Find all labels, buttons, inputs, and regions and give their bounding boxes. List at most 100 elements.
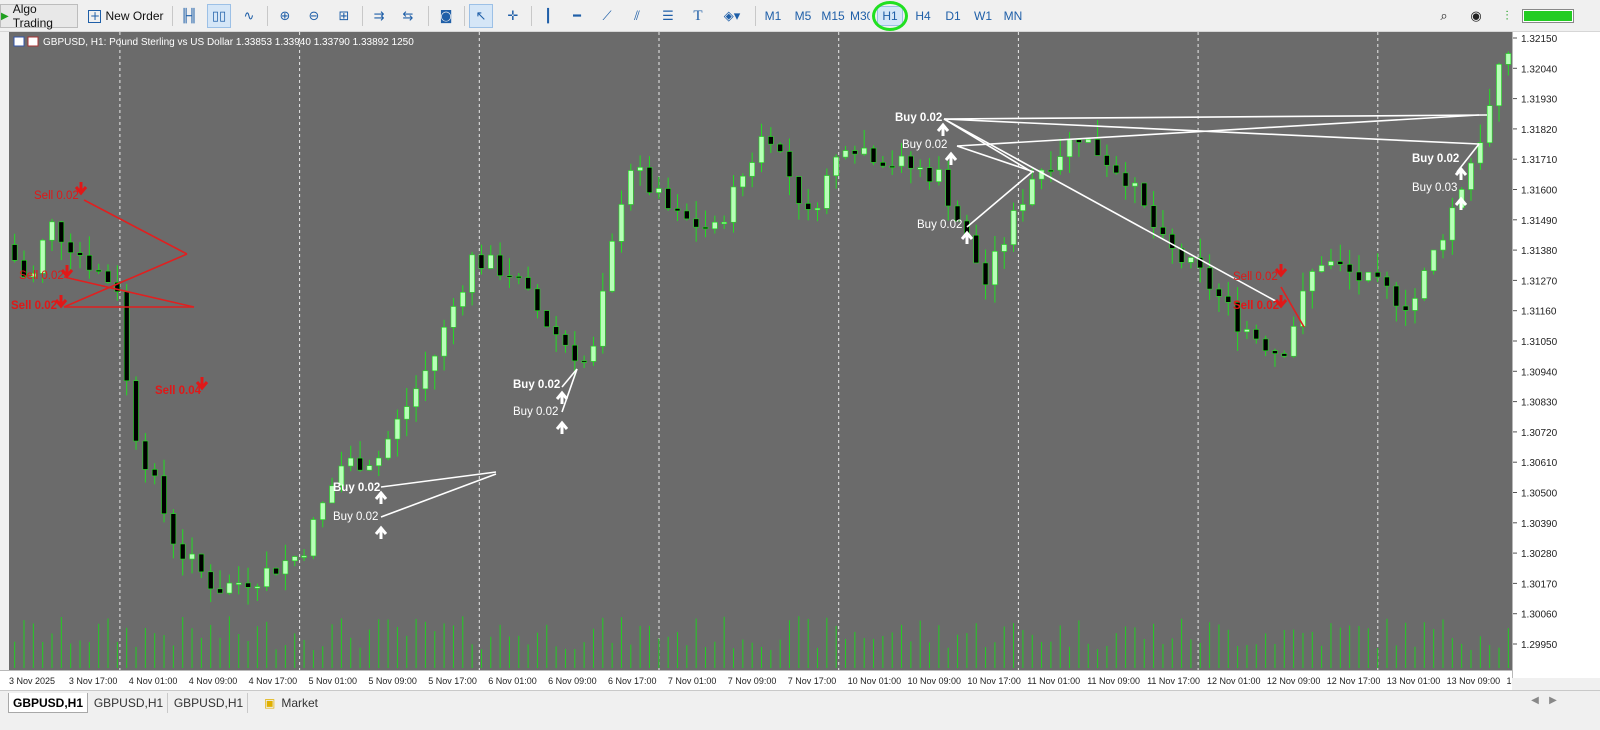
- bear-candle: [1104, 155, 1110, 166]
- tab-market-label: Market: [281, 696, 319, 710]
- line-chart-button[interactable]: ∿: [237, 4, 261, 28]
- timeframe-d1[interactable]: D1: [940, 6, 966, 26]
- bull-candle: [590, 345, 597, 362]
- trendline-button[interactable]: ⟋: [595, 4, 619, 28]
- tab-market[interactable]: ▣ Market: [256, 693, 326, 713]
- new-order-button[interactable]: + New Order: [86, 4, 166, 28]
- trade-label: Sell 0.04: [155, 385, 202, 397]
- tabs-scroll-left[interactable]: ◀: [1528, 695, 1542, 711]
- zoom-in-button[interactable]: ⊕: [273, 4, 297, 28]
- bear-candle: [1346, 264, 1353, 273]
- bear-candle: [693, 218, 699, 228]
- bull-candle: [814, 208, 821, 211]
- bear-candle: [1141, 182, 1148, 206]
- bull-candle: [628, 170, 634, 205]
- bull-candle: [861, 147, 867, 155]
- time-axis[interactable]: 3 Nov 2025 3 Nov 17:00 4 Nov 01:00 4 Nov 09…: [0, 670, 1560, 690]
- cursor-button[interactable]: ↖: [469, 4, 493, 28]
- screenshot-button[interactable]: ◙: [434, 4, 458, 28]
- timeframe-m15[interactable]: M15: [819, 6, 847, 26]
- price-axis-canvas: 1.32150 1.32040 1.31930 1.31820 1.31710 1.316…: [1513, 34, 1558, 651]
- zoom-out-button[interactable]: ⊖: [302, 4, 326, 28]
- timeframe-h4[interactable]: H4: [910, 6, 936, 26]
- timeframe-mn[interactable]: MN: [999, 6, 1027, 26]
- price-label: 1.30830: [1521, 398, 1558, 409]
- fibonacci-button[interactable]: ☰: [656, 4, 680, 28]
- timeframe-m1[interactable]: M1: [760, 6, 786, 26]
- time-label: 12 Nov 09:00: [1267, 676, 1321, 686]
- chart-canvas[interactable]: Sell 0.02 Sell 0.02 Sell 0.02 Sell 0.04 Buy …: [9, 32, 1559, 678]
- grid-button[interactable]: ⊞: [332, 4, 356, 28]
- bull-candle: [1309, 271, 1316, 292]
- bear-candle: [1384, 276, 1390, 287]
- bear-candle: [478, 254, 485, 269]
- signal-button[interactable]: ⫶: [1496, 4, 1518, 28]
- price-label: 1.30060: [1521, 610, 1558, 621]
- tab-gbpusd-h1-3[interactable]: GBPUSD,H1: [170, 693, 248, 713]
- price-label: 1.31600: [1521, 186, 1558, 197]
- grid-icon: ⊞: [338, 8, 350, 24]
- candlestick-chart-button[interactable]: ▯▯: [207, 4, 231, 28]
- price-axis[interactable]: 1.32150 1.32040 1.31930 1.31820 1.31710 1.316…: [1512, 32, 1600, 678]
- bull-candle: [1496, 64, 1502, 106]
- time-label: 11 Nov 01:00: [1027, 676, 1080, 686]
- price-label: 1.30500: [1521, 489, 1558, 500]
- bull-candle: [1188, 257, 1194, 263]
- search-button[interactable]: ⌕: [1432, 4, 1456, 28]
- bar-chart-button[interactable]: ╟╢: [177, 4, 201, 28]
- bear-candle: [1402, 305, 1409, 311]
- chart-area[interactable]: Sell 0.02 Sell 0.02 Sell 0.02 Sell 0.04 Buy …: [9, 32, 1559, 678]
- bull-candle: [917, 167, 924, 170]
- tab-gbpusd-h1-2[interactable]: GBPUSD,H1: [90, 693, 168, 713]
- price-label: 1.31490: [1521, 216, 1558, 227]
- bear-candle: [105, 270, 111, 283]
- new-order-label: New Order: [105, 9, 164, 23]
- crosshair-button[interactable]: ✛: [501, 4, 525, 28]
- time-label: 13 Nov 17:00: [1507, 676, 1513, 686]
- bear-candle: [870, 147, 877, 163]
- algo-trading-label: Algo Trading: [12, 2, 53, 30]
- price-label: 1.30280: [1521, 549, 1558, 560]
- trade-label: Sell 0.02: [1233, 271, 1278, 283]
- bull-candle: [618, 204, 625, 242]
- bull-candle: [39, 239, 46, 274]
- price-label: 1.30170: [1521, 579, 1558, 590]
- horizontal-line-button[interactable]: ━: [565, 4, 589, 28]
- auto-scroll-icon: ⇉: [373, 8, 385, 24]
- tabs-scroll-right[interactable]: ▶: [1546, 695, 1560, 711]
- vertical-line-button[interactable]: ┃: [536, 4, 560, 28]
- tab-gbpusd-h1-1[interactable]: GBPUSD,H1: [8, 693, 88, 713]
- bar-chart-icon: ╟╢: [181, 8, 197, 24]
- toolbar: ▶ Algo Trading + New Order ╟╢ ▯▯ ∿ ⊕ ⊖ ⊞…: [0, 0, 1600, 32]
- text-button[interactable]: T: [686, 4, 710, 28]
- search-icon: ⌕: [1440, 8, 1448, 24]
- auto-scroll-button[interactable]: ⇉: [367, 4, 391, 28]
- status-bar: [0, 714, 1600, 730]
- timeframe-w1[interactable]: W1: [970, 6, 996, 26]
- chart-shift-button[interactable]: ⇆: [396, 4, 420, 28]
- shapes-dropdown-button[interactable]: ◈▾: [715, 4, 749, 28]
- algo-trading-button[interactable]: ▶ Algo Trading: [0, 2, 78, 30]
- bull-candle: [469, 254, 475, 293]
- price-label: 1.31710: [1521, 155, 1558, 166]
- lock-icon: ▣: [263, 696, 276, 710]
- separator: [428, 6, 429, 26]
- shapes-icon: ◈▾: [723, 8, 741, 24]
- price-label: 1.31270: [1521, 276, 1558, 287]
- timeframe-m5[interactable]: M5: [790, 6, 816, 26]
- trade-label: Buy 0.02: [917, 219, 962, 231]
- signal-icon: ⫶: [1505, 8, 1509, 24]
- channel-button[interactable]: ⫽: [625, 4, 649, 28]
- bear-candle: [674, 208, 681, 212]
- bull-candle: [758, 136, 765, 163]
- bull-candle: [49, 221, 55, 241]
- bull-candle: [1430, 249, 1437, 271]
- bear-candle: [684, 210, 690, 220]
- separator: [755, 6, 756, 26]
- bear-candle: [133, 380, 139, 442]
- bull-candle: [1020, 204, 1026, 211]
- bull-candle: [235, 582, 242, 585]
- timeframe-m30[interactable]: M30: [850, 6, 870, 26]
- account-button[interactable]: ◉: [1464, 4, 1488, 28]
- bull-candle: [1421, 270, 1428, 299]
